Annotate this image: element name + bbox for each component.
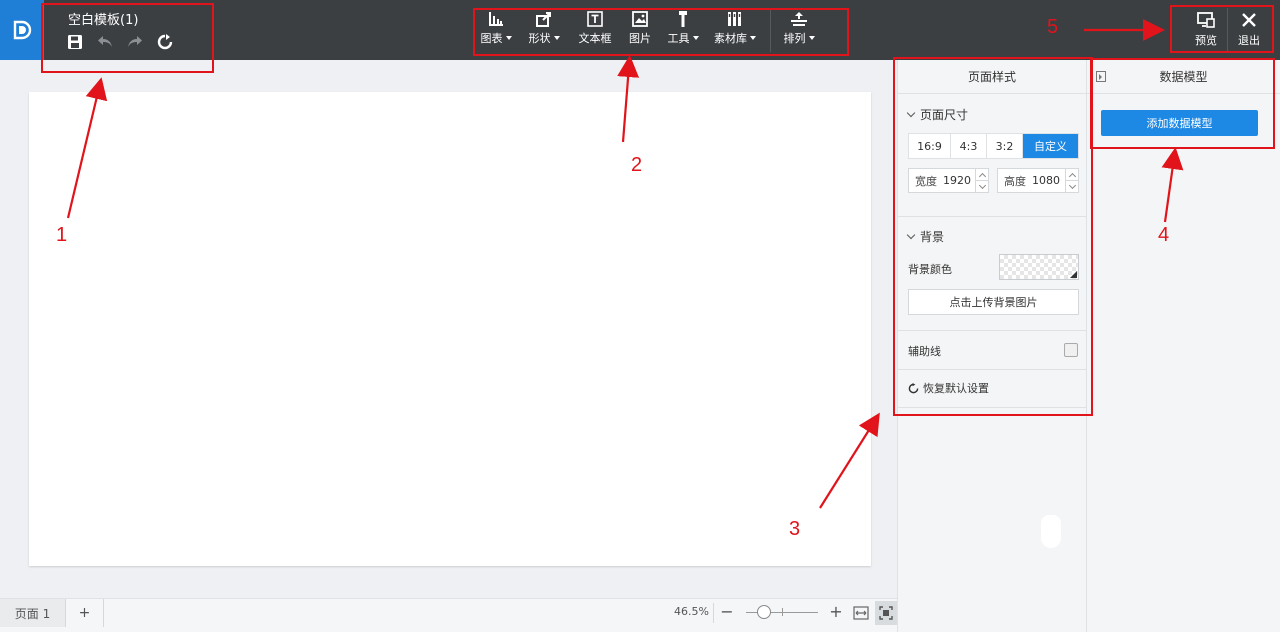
- annotation-label-1: 1: [56, 224, 68, 246]
- annotation-arrow-4: [1161, 147, 1184, 223]
- annotation-label-5: 5: [1047, 16, 1059, 38]
- annotation-arrow-2: [617, 55, 640, 143]
- annotation-label-3: 3: [789, 518, 801, 540]
- annotation-label-4: 4: [1158, 224, 1170, 246]
- annotation-arrows: [66, 19, 1184, 509]
- annotation-arrow-1: [66, 77, 108, 219]
- annotation-arrow-3: [819, 412, 880, 509]
- annotation-label-2: 2: [631, 154, 643, 176]
